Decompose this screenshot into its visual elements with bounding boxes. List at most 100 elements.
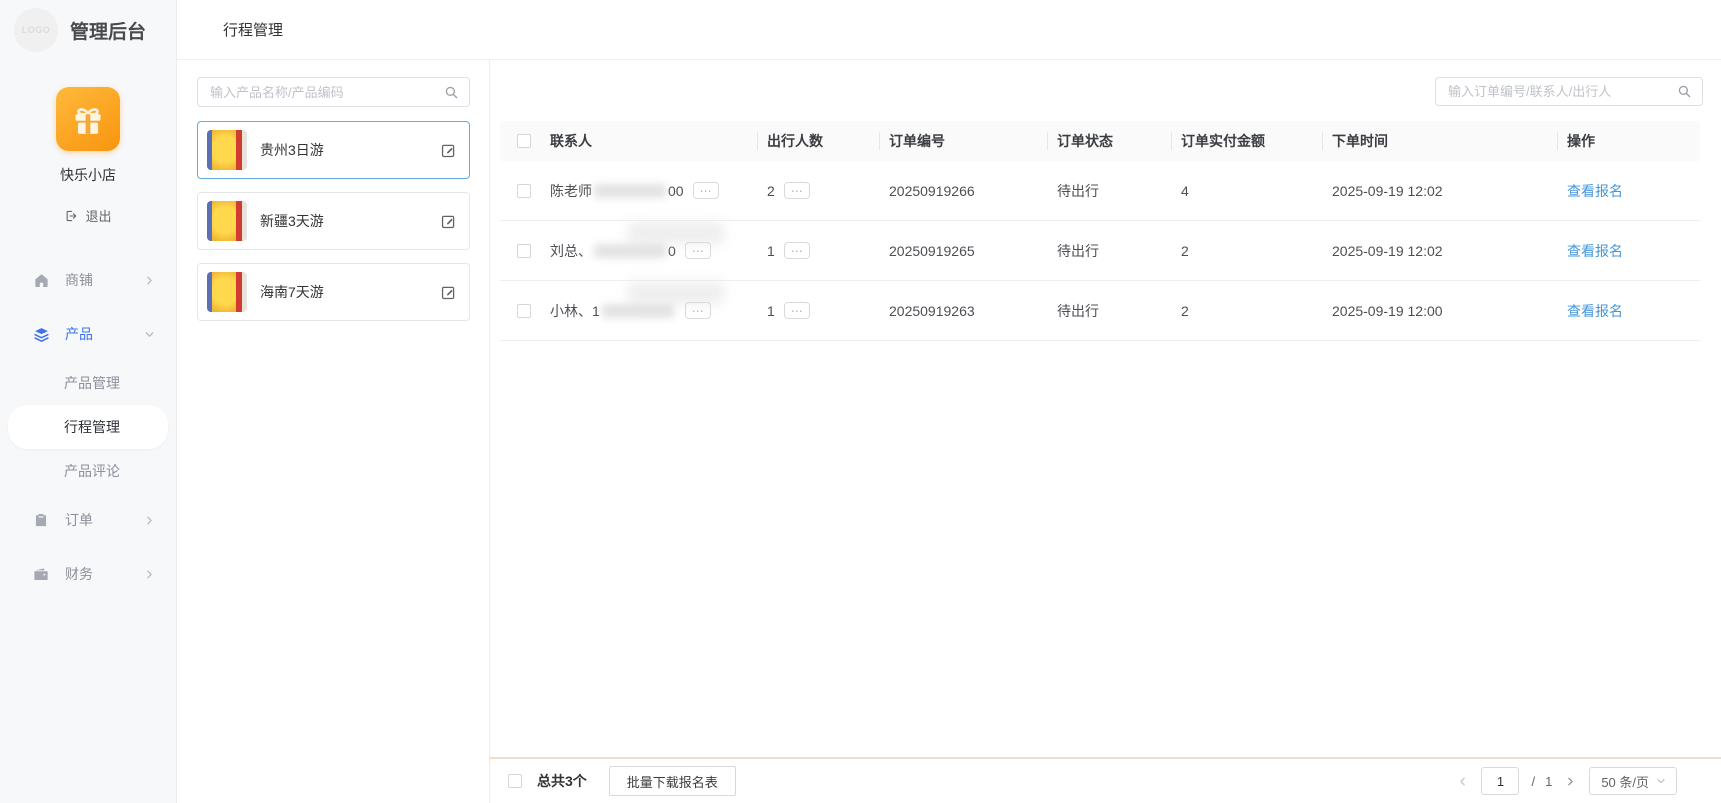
sidebar-item-product-reviews[interactable]: 产品评论 — [0, 449, 176, 493]
travelers-count: 1 — [767, 303, 775, 319]
travelers-count: 2 — [767, 183, 775, 199]
product-thumbnail — [207, 272, 247, 312]
chevron-right-icon — [143, 274, 156, 287]
travelers-more-button[interactable]: ⋯ — [784, 242, 810, 259]
column-header-order-no: 订单编号 — [879, 121, 1047, 161]
layers-icon — [33, 326, 50, 343]
sidebar-item-product[interactable]: 产品 — [0, 307, 176, 361]
edit-icon[interactable] — [440, 142, 457, 159]
footer-select-all-checkbox[interactable] — [508, 774, 522, 788]
masked-phone — [594, 184, 666, 198]
logout-icon — [64, 209, 78, 223]
prev-page-icon[interactable] — [1456, 775, 1469, 788]
product-title: 贵州3日游 — [260, 140, 440, 160]
contact-more-button[interactable]: ⋯ — [693, 182, 719, 199]
order-amount: 2 — [1171, 243, 1322, 259]
order-number: 20250919263 — [879, 303, 1047, 319]
sidebar-item-shop[interactable]: 商铺 — [0, 253, 176, 307]
shop-section: 快乐小店 退出 — [0, 87, 176, 225]
product-card-xinjiang[interactable]: 新疆3天游 — [197, 192, 470, 250]
gift-icon — [69, 100, 107, 138]
product-submenu: 产品管理 行程管理 产品评论 — [0, 361, 176, 493]
column-header-amount: 订单实付金额 — [1171, 121, 1322, 161]
sidebar-item-finance[interactable]: 财务 — [0, 547, 176, 601]
sidebar-item-trip-management[interactable]: 行程管理 — [8, 405, 168, 449]
footer-bar: 总共3个 批量下载报名表 1 / 1 50 条/页 — [490, 757, 1721, 803]
column-header-action: 操作 — [1557, 121, 1700, 161]
page-title: 行程管理 — [223, 19, 283, 40]
masked-phone — [594, 244, 666, 258]
order-amount: 2 — [1171, 303, 1322, 319]
masked-text-patch — [628, 282, 724, 304]
sidebar-item-orders[interactable]: 订单 — [0, 493, 176, 547]
app-title: 管理后台 — [70, 17, 146, 44]
table-row: 陈老师 00 ⋯ 2 ⋯ 20250919266 待出行 4 2025-09-1… — [500, 161, 1700, 221]
batch-download-button[interactable]: 批量下载报名表 — [609, 766, 736, 796]
view-registration-link[interactable]: 查看报名 — [1567, 181, 1623, 201]
current-page-input[interactable]: 1 — [1481, 767, 1519, 795]
page-size-label: 50 条/页 — [1601, 772, 1649, 791]
select-all-checkbox[interactable] — [517, 134, 531, 148]
page-total: / 1 — [1531, 774, 1552, 789]
contact-name: 小林、1 — [550, 301, 600, 321]
view-registration-link[interactable]: 查看报名 — [1567, 241, 1623, 261]
sidebar-menu: 商铺 产品 — [0, 253, 176, 601]
travelers-more-button[interactable]: ⋯ — [784, 302, 810, 319]
column-header-time: 下单时间 — [1322, 121, 1557, 161]
masked-text-patch — [628, 222, 724, 244]
product-thumbnail — [207, 201, 247, 241]
travelers-more-button[interactable]: ⋯ — [784, 182, 810, 199]
next-page-icon[interactable] — [1564, 775, 1577, 788]
row-checkbox[interactable] — [517, 184, 531, 198]
chevron-right-icon — [143, 514, 156, 527]
submenu-label: 行程管理 — [64, 417, 120, 437]
sidebar-item-label: 商铺 — [65, 270, 143, 290]
submenu-label: 产品管理 — [64, 373, 120, 393]
product-card-hainan[interactable]: 海南7天游 — [197, 263, 470, 321]
column-header-travelers: 出行人数 — [757, 121, 879, 161]
order-amount: 4 — [1171, 183, 1322, 199]
home-icon — [33, 272, 50, 289]
chevron-right-icon — [143, 568, 156, 581]
edit-icon[interactable] — [440, 284, 457, 301]
order-time: 2025-09-19 12:02 — [1322, 183, 1557, 199]
order-status: 待出行 — [1047, 241, 1171, 261]
order-status: 待出行 — [1047, 181, 1171, 201]
logout-button[interactable]: 退出 — [0, 206, 176, 225]
logout-label: 退出 — [85, 206, 111, 225]
sidebar-item-label: 财务 — [65, 564, 143, 584]
column-header-contact: 联系人 — [540, 121, 757, 161]
pagination: 1 / 1 50 条/页 — [1456, 767, 1677, 795]
total-count-label: 总共3个 — [537, 771, 587, 791]
orders-search-input[interactable] — [1436, 84, 1677, 99]
logo: LOGO — [14, 8, 58, 52]
contact-more-button[interactable]: ⋯ — [685, 302, 711, 319]
order-status: 待出行 — [1047, 301, 1171, 321]
chevron-down-icon — [143, 328, 156, 341]
order-time: 2025-09-19 12:02 — [1322, 243, 1557, 259]
sidebar-item-label: 订单 — [65, 510, 143, 530]
contact-more-button[interactable]: ⋯ — [685, 242, 711, 259]
chevron-down-icon — [1655, 775, 1667, 787]
product-thumbnail — [207, 130, 247, 170]
view-registration-link[interactable]: 查看报名 — [1567, 301, 1623, 321]
search-icon[interactable] — [1677, 84, 1692, 99]
contact-name: 刘总、 — [550, 241, 592, 261]
row-checkbox[interactable] — [517, 304, 531, 318]
order-number: 20250919265 — [879, 243, 1047, 259]
sidebar: LOGO 管理后台 快乐小店 退出 — [0, 0, 177, 803]
sidebar-item-product-management[interactable]: 产品管理 — [0, 361, 176, 405]
product-search — [197, 77, 470, 107]
search-icon[interactable] — [444, 85, 459, 100]
table-header: 联系人 出行人数 订单编号 订单状态 订单实付金额 下单时间 操作 — [500, 121, 1700, 161]
order-number: 20250919266 — [879, 183, 1047, 199]
row-checkbox[interactable] — [517, 244, 531, 258]
product-card-guizhou[interactable]: 贵州3日游 — [197, 121, 470, 179]
edit-icon[interactable] — [440, 213, 457, 230]
masked-phone — [602, 304, 674, 318]
travelers-count: 1 — [767, 243, 775, 259]
product-title: 海南7天游 — [260, 282, 440, 302]
page-size-select[interactable]: 50 条/页 — [1589, 767, 1677, 795]
submenu-label: 产品评论 — [64, 461, 120, 481]
product-search-input[interactable] — [198, 85, 444, 100]
